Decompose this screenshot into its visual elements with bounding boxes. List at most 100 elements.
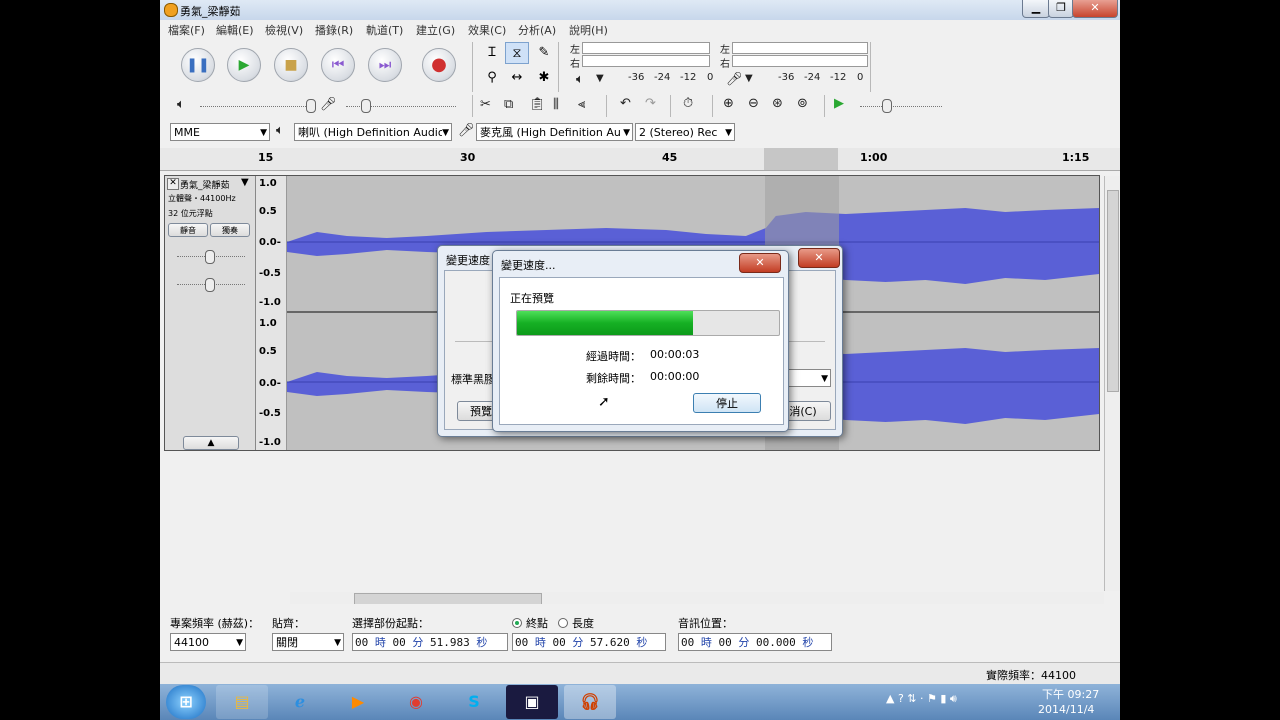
skype-icon[interactable]: S <box>448 685 500 719</box>
zoom-in-icon[interactable]: ⊕ <box>723 96 734 111</box>
selection-end-time[interactable]: 00 時 00 分 57.620 秒 <box>512 633 666 651</box>
clock-date[interactable]: 2014/11/4 <box>1038 703 1094 716</box>
close-button[interactable]: ✕ <box>1072 0 1118 18</box>
track-menu-icon[interactable]: ▼ <box>241 177 249 188</box>
zoom-app-icon[interactable]: ▣ <box>506 685 558 719</box>
skip-start-button[interactable]: ⏮ <box>321 48 355 82</box>
playback-meter[interactable] <box>582 42 710 54</box>
minimize-button[interactable]: ▁ <box>1022 0 1050 18</box>
explorer-icon[interactable]: ▤ <box>216 685 268 719</box>
dropdown-arrow-icon-2[interactable]: ▼ <box>745 73 753 84</box>
skip-end-button[interactable]: ⏭ <box>368 48 402 82</box>
chrome-icon[interactable]: ◉ <box>390 685 442 719</box>
gain-knob[interactable] <box>205 250 215 264</box>
dropdown-arrow-icon[interactable]: ▼ <box>596 73 604 84</box>
remaining-value: 00:00:00 <box>650 370 700 383</box>
menu-file[interactable]: 檔案(F) <box>168 22 205 38</box>
zoom-out-icon[interactable]: ⊖ <box>748 96 759 111</box>
draw-tool-icon[interactable]: ✎ <box>532 42 556 64</box>
timeline-ruler[interactable]: 15 30 45 1:00 1:15 <box>160 148 1120 171</box>
end-radio[interactable] <box>512 618 522 628</box>
menu-bar: 檔案(F) 編輯(E) 檢視(V) 播錄(R) 軌道(T) 建立(G) 效果(C… <box>160 20 1120 38</box>
change-speed-title: 變更速度 <box>446 254 490 267</box>
meter-left-label: 左 <box>570 45 580 56</box>
paste-icon[interactable]: 📋︎ <box>529 97 546 112</box>
fit-selection-icon[interactable]: ⊛ <box>772 96 783 111</box>
stop-button[interactable]: ■ <box>274 48 308 82</box>
audacity-window: 勇氣_梁靜茹 ▁ ❐ ✕ 檔案(F) 編輯(E) 檢視(V) 播錄(R) 軌道(… <box>160 0 1120 720</box>
menu-edit[interactable]: 編輯(E) <box>216 22 254 38</box>
track-info-rate: 立體聲・44100Hz <box>168 194 236 203</box>
amplitude-scale: 1.0 0.5 0.0- -0.5 -1.0 1.0 0.5 0.0- -0.5… <box>256 176 287 450</box>
audio-position-time[interactable]: 00 時 00 分 00.000 秒 <box>678 633 832 651</box>
length-label[interactable]: 長度 <box>572 615 594 631</box>
track-name[interactable]: 勇氣_梁靜茹 <box>180 178 230 191</box>
window-title: 勇氣_梁靜茹 <box>180 5 241 18</box>
sync-lock-icon[interactable]: ⏱︎ <box>683 96 693 111</box>
snap-select[interactable]: 關閉 ▼ <box>272 633 344 651</box>
audacity-taskbar-icon[interactable]: 🎧︎ <box>564 685 616 719</box>
cut-icon[interactable]: ✂ <box>480 97 491 112</box>
record-meter[interactable] <box>732 42 868 54</box>
change-speed-close-button[interactable]: ✕ <box>798 248 840 268</box>
ie-icon[interactable]: ℯ <box>274 685 326 719</box>
mute-button[interactable]: 靜音 <box>168 223 208 237</box>
channels-select[interactable]: 2 (Stereo) Rec ▼ <box>635 123 735 141</box>
progress-bar-fill <box>517 311 693 335</box>
menu-transport[interactable]: 播錄(R) <box>315 22 353 38</box>
trim-icon[interactable]: ⫼ <box>553 97 559 112</box>
track-info-format: 32 位元浮點 <box>168 209 213 218</box>
menu-generate[interactable]: 建立(G) <box>416 22 455 38</box>
audio-host-select[interactable]: MME ▼ <box>170 123 270 141</box>
menu-analyze[interactable]: 分析(A) <box>518 22 556 38</box>
playback-meter-right[interactable] <box>582 55 710 67</box>
copy-icon[interactable]: ⧉ <box>504 97 513 112</box>
undo-icon[interactable]: ↶ <box>620 96 631 111</box>
selection-start-time[interactable]: 00 時 00 分 51.983 秒 <box>352 633 508 651</box>
fit-project-icon[interactable]: ⊚ <box>797 96 808 111</box>
timeshift-tool-icon[interactable]: ↔ <box>505 67 529 89</box>
record-meter-right[interactable] <box>732 55 868 67</box>
silence-icon[interactable]: ⫷ <box>578 97 585 112</box>
maximize-button[interactable]: ❐ <box>1048 0 1074 18</box>
track-close-button[interactable]: ✕ <box>167 178 179 190</box>
envelope-tool-icon[interactable]: ⧖ <box>505 42 529 64</box>
start-button[interactable]: ⊞ <box>166 685 206 719</box>
output-device-select[interactable]: 喇叭 (High Definition Audio ▼ <box>294 123 452 141</box>
record-button[interactable]: ● <box>422 48 456 82</box>
status-bar: 實際頻率：44100 <box>160 662 1120 685</box>
output-volume-slider[interactable] <box>200 106 312 109</box>
play-at-speed-icon[interactable]: ▶ <box>834 96 844 111</box>
redo-icon[interactable]: ↷ <box>645 96 656 111</box>
solo-button[interactable]: 獨奏 <box>210 223 250 237</box>
selection-tool-icon[interactable]: Ɪ <box>480 42 504 64</box>
pause-button[interactable]: ❚❚ <box>181 48 215 82</box>
output-volume-knob[interactable] <box>306 99 316 113</box>
length-radio[interactable] <box>558 618 568 628</box>
zoom-tool-icon[interactable]: ⚲ <box>480 67 504 89</box>
multi-tool-icon[interactable]: ✱ <box>532 67 556 89</box>
clock-time[interactable]: 下午 09:27 <box>1042 686 1099 702</box>
input-device-select[interactable]: 麥克風 (High Definition Au ▼ <box>476 123 633 141</box>
media-player-icon[interactable]: ▶ <box>332 685 384 719</box>
menu-help[interactable]: 說明(H) <box>569 22 608 38</box>
input-volume-icon: 🎤︎ <box>320 97 337 112</box>
play-speed-slider[interactable] <box>860 106 942 109</box>
end-label[interactable]: 終點 <box>526 615 548 631</box>
snap-label: 貼齊： <box>272 617 305 630</box>
pan-knob[interactable] <box>205 278 215 292</box>
meter-left-label-2: 左 <box>720 45 730 56</box>
progress-close-button[interactable]: ✕ <box>739 253 781 273</box>
collapse-track-button[interactable]: ▲ <box>183 436 239 450</box>
project-rate-select[interactable]: 44100 ▼ <box>170 633 246 651</box>
play-button[interactable]: ▶ <box>227 48 261 82</box>
track-control-panel: ✕ 勇氣_梁靜茹 ▼ 立體聲・44100Hz 32 位元浮點 靜音 獨奏 ▲ <box>165 176 256 450</box>
menu-tracks[interactable]: 軌道(T) <box>366 22 403 38</box>
tray-icons[interactable]: ▲ ? ⇅ · ⚑ ▮ 🔊︎ <box>886 692 957 706</box>
stop-button-dialog[interactable]: 停止 <box>693 393 761 413</box>
menu-effect[interactable]: 效果(C) <box>468 22 506 38</box>
input-volume-knob[interactable] <box>361 99 371 113</box>
play-speed-knob[interactable] <box>882 99 892 113</box>
vertical-scrollbar[interactable] <box>1104 176 1120 591</box>
menu-view[interactable]: 檢視(V) <box>265 22 303 38</box>
